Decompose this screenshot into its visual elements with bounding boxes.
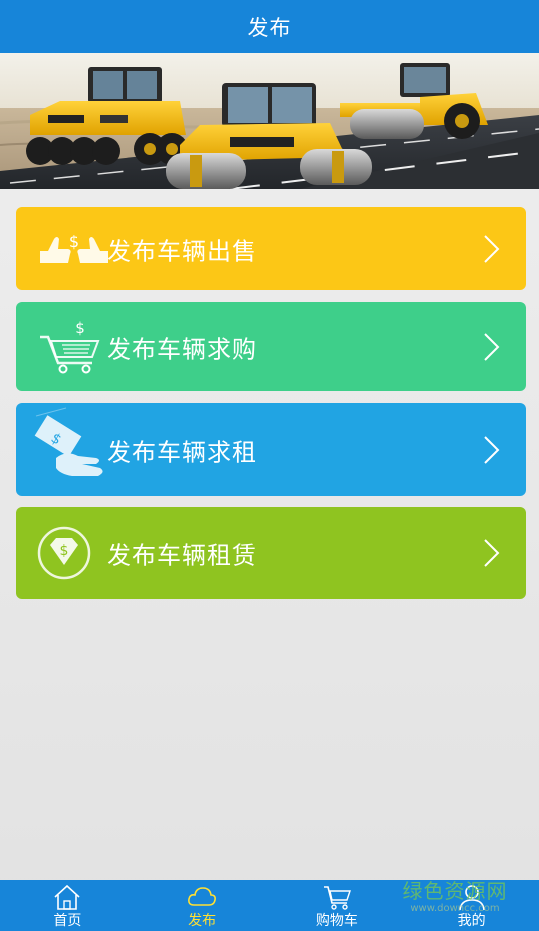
tab-profile[interactable]: 我的: [404, 880, 539, 931]
publish-buy-request-label: 发布车辆求购: [107, 335, 257, 363]
tab-cart[interactable]: 购物车: [270, 880, 405, 931]
publish-sell-label: 发布车辆出售: [107, 237, 257, 265]
tab-publish-label: 发布: [188, 913, 217, 929]
publish-rent-request-label: 发布车辆求租: [107, 438, 257, 466]
publish-rent-request-button[interactable]: $ 发布车辆求租: [16, 403, 526, 496]
home-icon: [54, 884, 80, 910]
header-bar: 发布: [0, 0, 539, 53]
chevron-right-icon: [482, 435, 500, 465]
tab-home[interactable]: 首页: [0, 880, 135, 931]
tab-home-label: 首页: [53, 913, 82, 929]
chevron-right-icon: [482, 332, 500, 362]
cart-icon: [323, 886, 351, 910]
tab-cart-label: 购物车: [315, 913, 358, 929]
hand-money-icon: $: [34, 407, 112, 478]
cloud-icon: [188, 887, 217, 906]
svg-text:$: $: [69, 232, 79, 251]
svg-text:$: $: [60, 543, 69, 559]
chevron-right-icon: [482, 538, 500, 568]
shopping-cart-dollar-icon: $: [36, 319, 112, 375]
app-screen: 发布 $ 发布车辆出售 $ 发布车辆求购 $ 发布车辆求租 $ 发布车辆租赁 首…: [0, 0, 539, 931]
chevron-right-icon: [482, 234, 500, 264]
road-rollers-illustration: [0, 53, 539, 189]
page-title: 发布: [247, 15, 292, 40]
svg-text:$: $: [75, 319, 85, 337]
user-icon: [458, 885, 485, 911]
publish-sell-button[interactable]: $ 发布车辆出售: [16, 207, 526, 290]
handshake-dollar-icon: $: [36, 221, 112, 277]
diamond-dollar-icon: $: [36, 525, 112, 581]
publish-lease-label: 发布车辆租赁: [107, 541, 257, 570]
publish-lease-button[interactable]: $ 发布车辆租赁: [16, 507, 526, 599]
tab-profile-label: 我的: [457, 913, 486, 929]
banner-image[interactable]: [0, 53, 539, 189]
tab-publish[interactable]: 发布: [135, 880, 270, 931]
bottom-tab-bar: 首页 发布 购物车 我的: [0, 880, 539, 931]
publish-buy-request-button[interactable]: $ 发布车辆求购: [16, 302, 526, 391]
